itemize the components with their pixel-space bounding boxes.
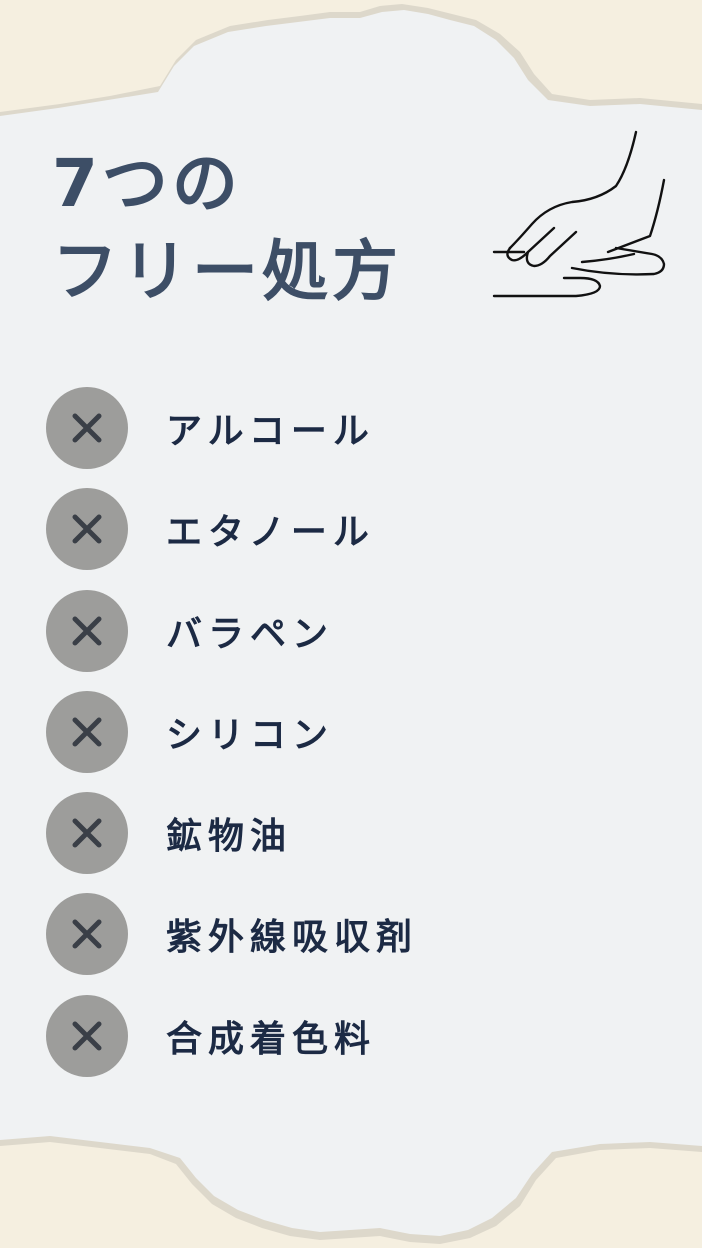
item-label: シリコン (166, 714, 335, 756)
item-label: 紫外線吸収剤 (166, 917, 419, 959)
free-formula-list: アルコール エタノール バラペン シリコン 鉱物油 紫外線吸収剤 合成着色料 (46, 387, 418, 1096)
page-title: 7つの フリー処方 (52, 140, 402, 316)
title-line-2: フリー処方 (52, 233, 402, 310)
x-icon (46, 589, 128, 672)
x-icon (46, 387, 128, 469)
title-line-1: 7つの (52, 145, 242, 222)
item-label: バラペン (166, 613, 335, 655)
item-label: 合成着色料 (166, 1018, 377, 1060)
list-item: シリコン (46, 690, 418, 773)
x-icon (46, 994, 128, 1077)
item-label: エタノール (166, 512, 375, 554)
x-icon (46, 488, 128, 571)
list-item: バラペン (46, 589, 418, 672)
x-icon (46, 792, 128, 875)
list-item: 鉱物油 (46, 792, 418, 875)
x-icon (46, 893, 128, 976)
list-item: エタノール (46, 488, 418, 571)
item-label: アルコール (166, 411, 375, 452)
x-icon (46, 690, 128, 773)
list-item: アルコール (46, 387, 418, 469)
list-item: 合成着色料 (46, 994, 418, 1077)
hands-icon (492, 130, 666, 298)
item-label: 鉱物油 (166, 816, 293, 858)
list-item: 紫外線吸収剤 (46, 893, 419, 976)
